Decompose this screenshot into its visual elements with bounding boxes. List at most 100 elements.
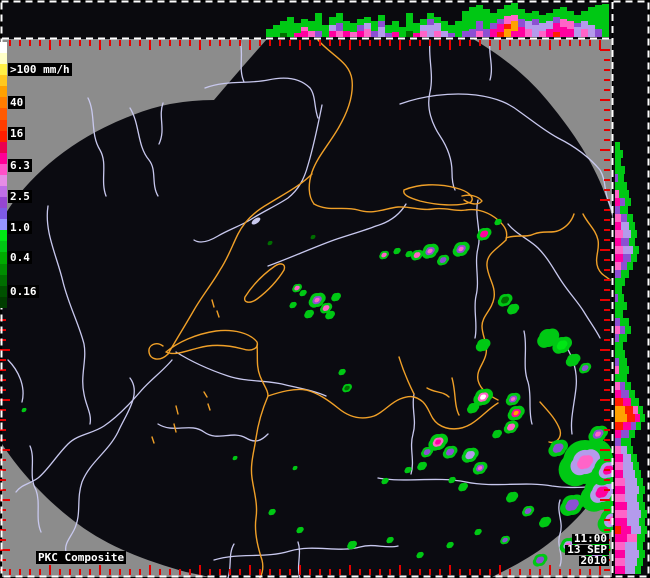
precip-cell [386, 538, 391, 544]
top-strip-bar [287, 17, 294, 37]
right-strip-bar [627, 446, 633, 454]
right-strip-bar [627, 518, 639, 526]
top-strip-bar [406, 31, 413, 37]
precip-cell [480, 396, 484, 400]
right-strip-bar [640, 414, 645, 422]
timestamp-year: 2010 [578, 554, 609, 567]
precip-cell [565, 502, 574, 512]
top-strip-bar [602, 4, 609, 37]
right-strip-bar [621, 438, 631, 446]
right-strip-bar [627, 214, 633, 222]
legend-color-step [0, 296, 7, 308]
right-strip-bar [621, 526, 631, 534]
top-strip-bar [476, 31, 483, 37]
right-strip-bar [615, 422, 623, 430]
top-strip-bar [301, 19, 308, 27]
right-strip-bar [623, 254, 631, 262]
right-strip-bar [625, 494, 637, 502]
right-strip-bar [615, 438, 621, 446]
legend-label: 6.3 [8, 159, 32, 172]
top-strip-bar [560, 7, 567, 19]
right-strip-bar [619, 334, 627, 342]
product-label: PKC Composite [36, 551, 127, 564]
top-strip-bar [532, 11, 539, 19]
precip-cell [338, 370, 343, 376]
precip-cell [524, 509, 529, 515]
precip-cell [439, 258, 444, 264]
right-strip-bar [620, 318, 629, 326]
top-strip-bar [511, 21, 518, 31]
right-strip-bar [615, 398, 623, 406]
precip-cell [232, 457, 236, 461]
right-strip-bar [618, 174, 624, 182]
legend-color-step [0, 241, 7, 253]
top-strip-bar [546, 29, 553, 37]
top-strip-bar [420, 31, 427, 37]
top-strip-bar [455, 21, 462, 37]
right-strip-bar [615, 406, 625, 414]
legend-color-step [0, 152, 7, 164]
right-strip-bar [635, 566, 641, 574]
top-strip-bar [357, 31, 364, 37]
top-strip-bar [574, 27, 581, 37]
right-strip-bar [621, 238, 629, 246]
precip-cell [21, 409, 25, 413]
right-strip-bar [631, 230, 637, 238]
precip-cell [344, 387, 348, 391]
legend-color-step [0, 75, 7, 87]
precip-cell [347, 543, 354, 550]
radar-map-canvas [0, 0, 650, 578]
right-strip-bar [639, 518, 645, 526]
top-strip-bar [497, 9, 504, 19]
top-strip-bar [448, 33, 455, 37]
precip-cell [417, 464, 424, 471]
top-strip-bar [378, 21, 385, 27]
right-strip-bar [627, 262, 633, 270]
legend-color-step [0, 163, 7, 175]
right-strip-bar [615, 342, 623, 350]
top-strip-bar [525, 13, 532, 21]
top-strip-bar [504, 16, 511, 24]
right-strip-bar [631, 398, 639, 406]
right-strip-bar [615, 382, 620, 390]
top-strip-bar [294, 23, 301, 33]
right-strip-bar [621, 446, 627, 454]
right-strip-bar [636, 422, 641, 430]
right-strip-bar [615, 374, 627, 382]
top-strip-bar [371, 21, 378, 31]
precip-cell [556, 343, 564, 350]
top-strip-bar [504, 24, 511, 29]
top-strip-bar [427, 13, 434, 19]
top-strip-bar [413, 23, 420, 33]
right-strip-bar [615, 142, 620, 150]
top-strip-bar [308, 21, 315, 31]
top-strip-bar [525, 21, 532, 29]
precip-cell [299, 291, 304, 297]
top-strip-bar [546, 13, 553, 21]
top-strip-bar [546, 21, 553, 29]
top-strip-bar [350, 23, 357, 32]
right-strip-bar [615, 566, 625, 574]
precip-cell [289, 303, 294, 309]
right-strip-bar [615, 318, 620, 326]
right-strip-bar [625, 566, 635, 574]
right-strip-bar [625, 478, 637, 486]
right-strip-bar [615, 246, 623, 254]
right-strip-bar [621, 222, 629, 230]
right-strip-bar [618, 294, 624, 302]
precip-cell [310, 236, 314, 240]
right-strip-bar [635, 414, 640, 422]
top-strip-bar [476, 5, 483, 21]
top-strip-bar [504, 29, 511, 37]
precip-cell [507, 425, 512, 431]
top-strip-bar [595, 29, 602, 37]
legend-color-step [0, 197, 7, 209]
right-strip-bar [615, 486, 625, 494]
top-strip-bar [441, 21, 448, 31]
top-strip-bar [539, 31, 546, 37]
right-strip-bar [615, 446, 621, 454]
right-strip-bar [615, 166, 625, 174]
legend-color-step [0, 119, 7, 131]
right-strip-bar [641, 526, 647, 534]
right-strip-bar [633, 462, 639, 470]
